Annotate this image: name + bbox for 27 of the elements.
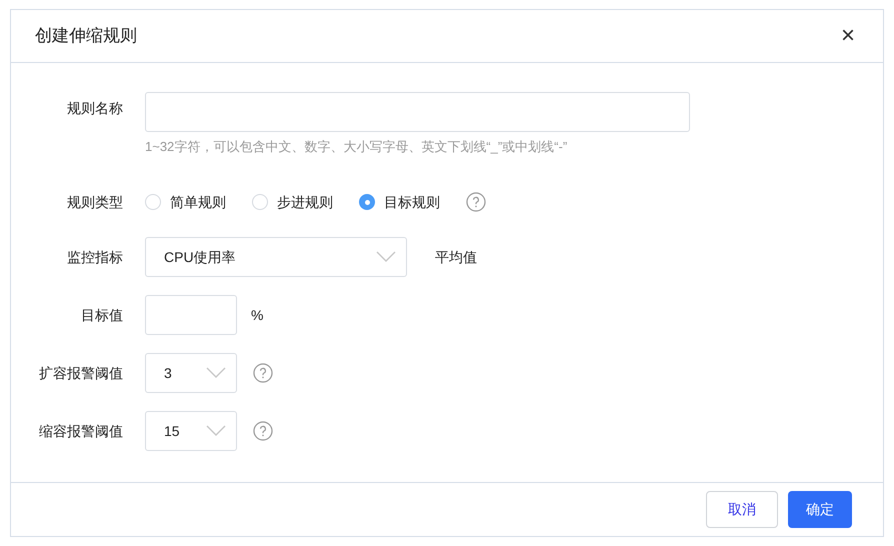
field-label: 扩容报警阈值 (39, 364, 123, 382)
help-icon[interactable] (253, 363, 273, 383)
radio-option[interactable]: 目标规则 (359, 192, 440, 212)
radio-option[interactable]: 简单规则 (145, 192, 226, 212)
select-field[interactable]: CPU使用率 (145, 237, 407, 277)
dialog-title: 创建伸缩规则 (35, 25, 137, 48)
close-button[interactable]: × (836, 24, 859, 48)
chevron-down-icon (376, 251, 396, 263)
target-value-field[interactable] (145, 295, 237, 335)
rule-name-field[interactable] (145, 92, 690, 132)
help-icon[interactable] (253, 421, 273, 441)
confirm-button[interactable]: 确定 (788, 491, 852, 528)
select-field[interactable]: 15 (145, 411, 237, 451)
field-label: 规则名称 (67, 99, 123, 118)
select-field[interactable]: 3 (145, 353, 237, 393)
field-label: 目标值 (81, 306, 123, 324)
chevron-down-icon (206, 367, 226, 379)
radio-option[interactable]: 步进规则 (252, 192, 333, 212)
hint-text: 1~32字符，可以包含中文、数字、大小写字母、英文下划线“_”或中划线“-” (145, 138, 568, 156)
field-label: 规则类型 (67, 192, 123, 212)
field-label: 监控指标 (67, 248, 123, 266)
field-label: 缩容报警阈值 (39, 422, 123, 440)
cancel-button[interactable]: 取消 (706, 491, 778, 528)
help-icon[interactable] (466, 192, 486, 212)
chevron-down-icon (206, 425, 226, 437)
unit-text: % (251, 306, 264, 324)
suffix-text: 平均值 (435, 248, 477, 266)
